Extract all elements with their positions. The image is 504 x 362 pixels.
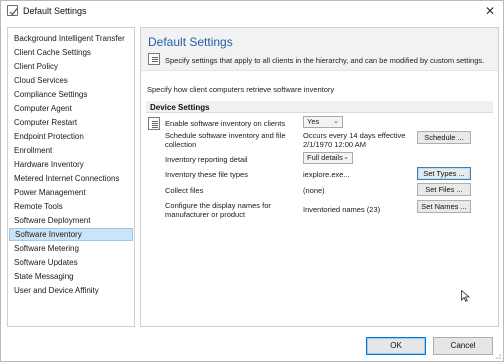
default-settings-dialog: Default Settings ✕ Background Intelligen…: [0, 0, 504, 362]
sidebar-item-compliance-settings[interactable]: Compliance Settings: [9, 88, 133, 101]
schedule-value-line2: 2/1/1970 12:00 AM: [303, 140, 366, 149]
reporting-detail-select[interactable]: Full details ⌄: [303, 152, 353, 164]
sidebar-item-hardware-inventory[interactable]: Hardware Inventory: [9, 158, 133, 171]
schedule-value-line1: Occurs every 14 days effective: [303, 131, 406, 140]
sidebar-item-software-updates[interactable]: Software Updates: [9, 256, 133, 269]
group-title: Device Settings: [150, 103, 210, 112]
display-names-label-line2: manufacturer or product: [165, 210, 246, 219]
enable-inventory-value: Yes: [307, 117, 320, 126]
section-subtitle: Specify how client computers retrieve so…: [147, 85, 335, 94]
window-title: Default Settings: [23, 6, 87, 16]
set-names-button[interactable]: Set Names ...: [417, 200, 471, 213]
close-button[interactable]: ✕: [483, 4, 497, 18]
collect-files-label: Collect files: [165, 186, 204, 195]
page-description: Specify settings that apply to all clien…: [165, 56, 485, 65]
sidebar-item-software-inventory[interactable]: Software Inventory: [9, 228, 133, 241]
reporting-detail-value: Full details: [307, 153, 343, 162]
file-types-label: Inventory these file types: [165, 170, 248, 179]
sidebar-item-background-intelligent-transfer[interactable]: Background Intelligent Transfer: [9, 32, 133, 45]
schedule-label-line1: Schedule software inventory and file: [165, 131, 286, 140]
sidebar-item-enrollment[interactable]: Enrollment: [9, 144, 133, 157]
settings-panel: Default Settings Specify settings that a…: [140, 27, 499, 327]
display-names-label-line1: Configure the display names for: [165, 201, 271, 210]
display-names-value: Inventoried names (23): [303, 205, 381, 214]
file-types-value: iexplore.exe...: [303, 170, 350, 179]
schedule-label-line2: collection: [165, 140, 197, 149]
sidebar-item-metered-internet-connections[interactable]: Metered Internet Connections: [9, 172, 133, 185]
sidebar-item-user-and-device-affinity[interactable]: User and Device Affinity: [9, 284, 133, 297]
sidebar-item-remote-tools[interactable]: Remote Tools: [9, 200, 133, 213]
reporting-detail-label: Inventory reporting detail: [165, 155, 248, 164]
sidebar-item-client-cache-settings[interactable]: Client Cache Settings: [9, 46, 133, 59]
sidebar-item-cloud-services[interactable]: Cloud Services: [9, 74, 133, 87]
set-types-button[interactable]: Set Types ...: [417, 167, 471, 180]
sidebar-item-power-management[interactable]: Power Management: [9, 186, 133, 199]
schedule-button[interactable]: Schedule ...: [417, 131, 471, 144]
settings-category-list: Background Intelligent Transfer Client C…: [7, 27, 135, 327]
cancel-button[interactable]: Cancel: [433, 337, 493, 355]
settings-list-icon: [148, 53, 160, 65]
set-files-button[interactable]: Set Files ...: [417, 183, 471, 196]
sidebar-item-endpoint-protection[interactable]: Endpoint Protection: [9, 130, 133, 143]
settings-window-icon: [7, 5, 18, 16]
sidebar-item-computer-restart[interactable]: Computer Restart: [9, 116, 133, 129]
setting-list-icon: [148, 117, 160, 130]
enable-inventory-label: Enable software inventory on clients: [165, 119, 286, 128]
enable-inventory-select[interactable]: Yes ⌄: [303, 116, 343, 128]
sidebar-item-state-messaging[interactable]: State Messaging: [9, 270, 133, 283]
sidebar-item-computer-agent[interactable]: Computer Agent: [9, 102, 133, 115]
title-bar: Default Settings ✕: [1, 1, 503, 21]
panel-header: Default Settings Specify settings that a…: [141, 28, 498, 71]
collect-files-value: (none): [303, 186, 325, 195]
mouse-cursor-icon: [461, 290, 470, 302]
chevron-down-icon: ⌄: [343, 154, 349, 161]
chevron-down-icon: ⌄: [333, 118, 339, 125]
device-settings-group-header: Device Settings: [146, 101, 493, 113]
resize-grip-icon[interactable]: [493, 351, 501, 359]
page-title: Default Settings: [148, 35, 233, 49]
sidebar-item-software-deployment[interactable]: Software Deployment: [9, 214, 133, 227]
sidebar-item-client-policy[interactable]: Client Policy: [9, 60, 133, 73]
ok-button[interactable]: OK: [366, 337, 426, 355]
sidebar-item-software-metering[interactable]: Software Metering: [9, 242, 133, 255]
